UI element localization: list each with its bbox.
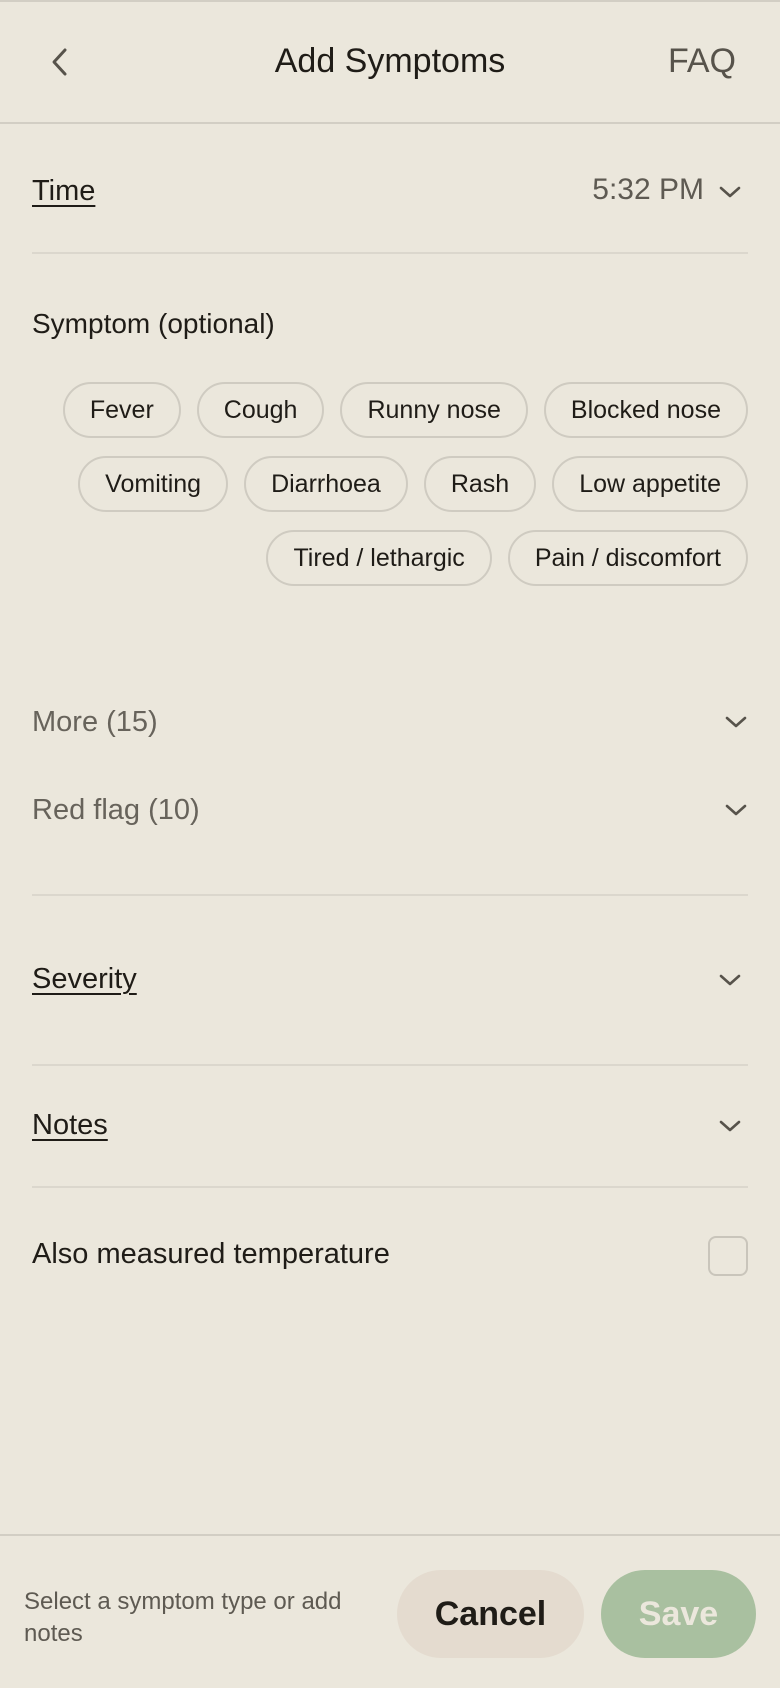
more-symptoms-label: More (15) — [32, 705, 158, 738]
temperature-checkbox[interactable] — [708, 1236, 748, 1276]
chip-diarrhoea[interactable]: Diarrhoea — [244, 456, 408, 512]
faq-link[interactable]: FAQ — [668, 42, 736, 81]
more-symptoms-expander[interactable]: More (15) — [32, 692, 748, 752]
chevron-down-icon — [725, 716, 747, 728]
symptom-chip-group: Fever Cough Runny nose Blocked nose Vomi… — [32, 382, 748, 586]
divider — [32, 252, 748, 254]
chip-tired-lethargic[interactable]: Tired / lethargic — [266, 530, 492, 586]
red-flag-label: Red flag (10) — [32, 793, 200, 826]
time-chevron-down-icon[interactable] — [716, 178, 744, 206]
chip-vomiting[interactable]: Vomiting — [78, 456, 229, 512]
red-flag-expander[interactable]: Red flag (10) — [32, 780, 748, 840]
footer-bar: Select a symptom type or add notes Cance… — [0, 1534, 780, 1688]
severity-label[interactable]: Severity — [32, 963, 137, 996]
chip-low-appetite[interactable]: Low appetite — [552, 456, 748, 512]
page-title: Add Symptoms — [274, 42, 506, 80]
chip-runny-nose[interactable]: Runny nose — [340, 382, 528, 438]
chip-pain-discomfort[interactable]: Pain / discomfort — [507, 530, 748, 586]
divider — [32, 1064, 748, 1066]
chevron-down-icon — [725, 804, 747, 816]
temperature-label: Also measured temperature — [32, 1238, 390, 1270]
divider — [32, 1186, 748, 1188]
notes-chevron-down-icon[interactable] — [716, 1112, 744, 1140]
save-button[interactable]: Save — [601, 1570, 756, 1658]
severity-chevron-down-icon[interactable] — [716, 966, 744, 994]
time-label[interactable]: Time — [32, 175, 95, 208]
chip-blocked-nose[interactable]: Blocked nose — [543, 382, 748, 438]
chip-fever[interactable]: Fever — [62, 382, 181, 438]
notes-label[interactable]: Notes — [32, 1109, 108, 1142]
chip-cough[interactable]: Cough — [196, 382, 325, 438]
cancel-button[interactable]: Cancel — [397, 1570, 584, 1658]
chip-rash[interactable]: Rash — [423, 456, 537, 512]
symptom-heading: Symptom (optional) — [32, 308, 275, 339]
time-value[interactable]: 5:32 PM — [592, 173, 704, 207]
header-bar: Add Symptoms FAQ — [0, 2, 780, 124]
divider — [32, 894, 748, 896]
footer-hint: Select a symptom type or add notes — [24, 1588, 342, 1647]
